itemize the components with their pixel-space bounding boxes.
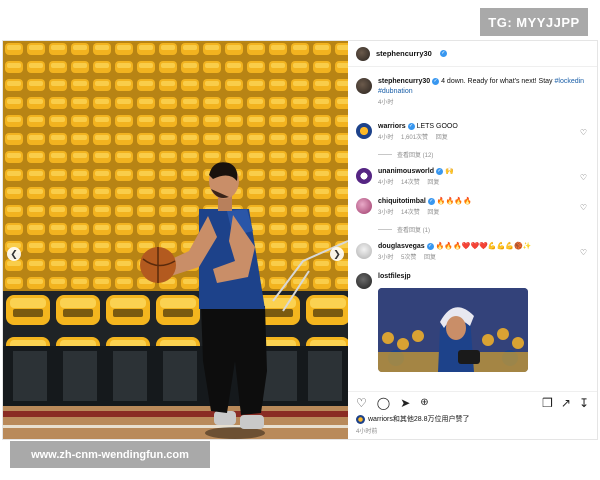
commenter-avatar[interactable] <box>356 273 372 289</box>
comment-likes[interactable]: 14次赞 <box>401 210 420 216</box>
comment-item: chiquitotimbal ✓ 🔥🔥🔥🔥 3小时 14次赞 回复 ♡ <box>356 197 589 218</box>
comment-like-icon[interactable]: ♡ <box>580 248 587 257</box>
more-options-icon[interactable]: ⊕ <box>420 397 428 408</box>
send-icon[interactable]: ➤ <box>400 396 410 410</box>
liker-avatar <box>356 414 365 424</box>
comment-time: 3小时 <box>378 210 394 216</box>
commenter-avatar[interactable] <box>356 243 372 259</box>
comment-text: 🙌 <box>444 168 454 175</box>
website-watermark: www.zh-cnm-wendingfun.com <box>10 441 210 468</box>
comment-username[interactable]: lostfilesjp <box>378 273 411 280</box>
commenter-avatar[interactable] <box>356 123 372 139</box>
comment-time: 3小时 <box>378 255 394 261</box>
post-time: 4小时前 <box>356 429 378 435</box>
likes-text: warriors和其他28.8万位用户赞了 <box>368 416 470 423</box>
caption-text: 4 down. Ready for what's next! Stay <box>441 78 553 85</box>
author-username[interactable]: stephencurry30 <box>376 49 432 58</box>
author-avatar[interactable] <box>356 78 372 94</box>
heart-icon[interactable]: ♡ <box>356 396 367 410</box>
verified-icon: ✓ <box>439 50 447 57</box>
expand-icon[interactable]: ↗ <box>561 396 571 410</box>
comment-text: 🔥🔥🔥🔥 <box>436 198 472 205</box>
comment-item: unanimousworld ✓ 🙌 4小时 14次赞 回复 ♡ <box>356 167 589 188</box>
view-replies-button[interactable]: 查看回复 (12) <box>378 150 589 159</box>
post-actions-bar: ♡ ◯ ➤ ⊕ ❒ ↗ ↧ <box>348 391 597 413</box>
comment-item: lostfilesjp <box>356 272 589 372</box>
instagram-post: ❮ ❯ stephencurry30 ✓ stephencurry30 ✓ 4 d… <box>2 40 598 440</box>
likes-summary[interactable]: warriors和其他28.8万位用户赞了 <box>348 413 597 424</box>
comment-time: 4小时 <box>378 135 394 141</box>
comment-likes[interactable]: 1,601次赞 <box>401 135 428 141</box>
next-photo-button[interactable]: ❯ <box>330 247 344 261</box>
comment-text: LETS GOOO <box>416 123 458 130</box>
view-replies-button[interactable]: 查看回复 (1) <box>378 225 589 234</box>
arena-photo-illustration <box>3 41 348 439</box>
comments-list: stephencurry30 ✓ 4 down. Ready for what's… <box>348 67 597 391</box>
post-sidebar: stephencurry30 ✓ stephencurry30 ✓ 4 down.… <box>348 41 597 439</box>
reply-button[interactable]: 回复 <box>427 210 439 216</box>
verified-icon: ✓ <box>407 122 415 130</box>
comment-username[interactable]: chiquitotimbal <box>378 198 426 205</box>
comment-like-icon[interactable]: ♡ <box>580 203 587 212</box>
caption-time: 4小时 <box>378 100 394 106</box>
comment-text: 🔥🔥🔥❤️❤️❤️💪💪💪🏀✨ <box>435 243 532 250</box>
reply-button[interactable]: 回复 <box>424 255 436 261</box>
reply-button[interactable]: 回复 <box>427 180 439 186</box>
comment-likes[interactable]: 14次赞 <box>401 180 420 186</box>
verified-icon: ✓ <box>426 242 434 250</box>
author-avatar[interactable] <box>356 46 370 61</box>
comment-gif[interactable] <box>378 288 528 372</box>
gif-illustration <box>378 288 528 372</box>
download-icon[interactable]: ↧ <box>579 396 589 410</box>
previous-photo-button[interactable]: ❮ <box>7 247 21 261</box>
commenter-avatar[interactable] <box>356 198 372 214</box>
comment-username[interactable]: warriors <box>378 123 406 130</box>
commenter-avatar[interactable] <box>356 168 372 184</box>
comment-username[interactable]: unanimousworld <box>378 168 434 175</box>
comment-like-icon[interactable]: ♡ <box>580 128 587 137</box>
comment-item: warriors ✓ LETS GOOO 4小时 1,601次赞 回复 ♡ <box>356 122 589 143</box>
bookmark-icon[interactable]: ❒ <box>542 396 553 410</box>
post-header: stephencurry30 ✓ <box>348 41 597 67</box>
comment-like-icon[interactable]: ♡ <box>580 173 587 182</box>
caption-row: stephencurry30 ✓ 4 down. Ready for what's… <box>356 77 589 108</box>
verified-icon: ✓ <box>432 77 440 85</box>
telegram-badge: TG: MYYJJPP <box>480 8 588 36</box>
comment-time: 4小时 <box>378 180 394 186</box>
verified-icon: ✓ <box>436 167 443 175</box>
comment-icon[interactable]: ◯ <box>377 396 390 410</box>
comment-username[interactable]: douglasvegas <box>378 243 425 250</box>
verified-icon: ✓ <box>427 197 435 205</box>
comment-likes[interactable]: 5次赞 <box>401 255 416 261</box>
reply-button[interactable]: 回复 <box>436 135 448 141</box>
caption-username[interactable]: stephencurry30 <box>378 78 430 85</box>
post-photo[interactable]: ❮ ❯ <box>3 41 348 439</box>
comment-item: douglasvegas ✓ 🔥🔥🔥❤️❤️❤️💪💪💪🏀✨ 3小时 5次赞 回复 … <box>356 242 589 263</box>
